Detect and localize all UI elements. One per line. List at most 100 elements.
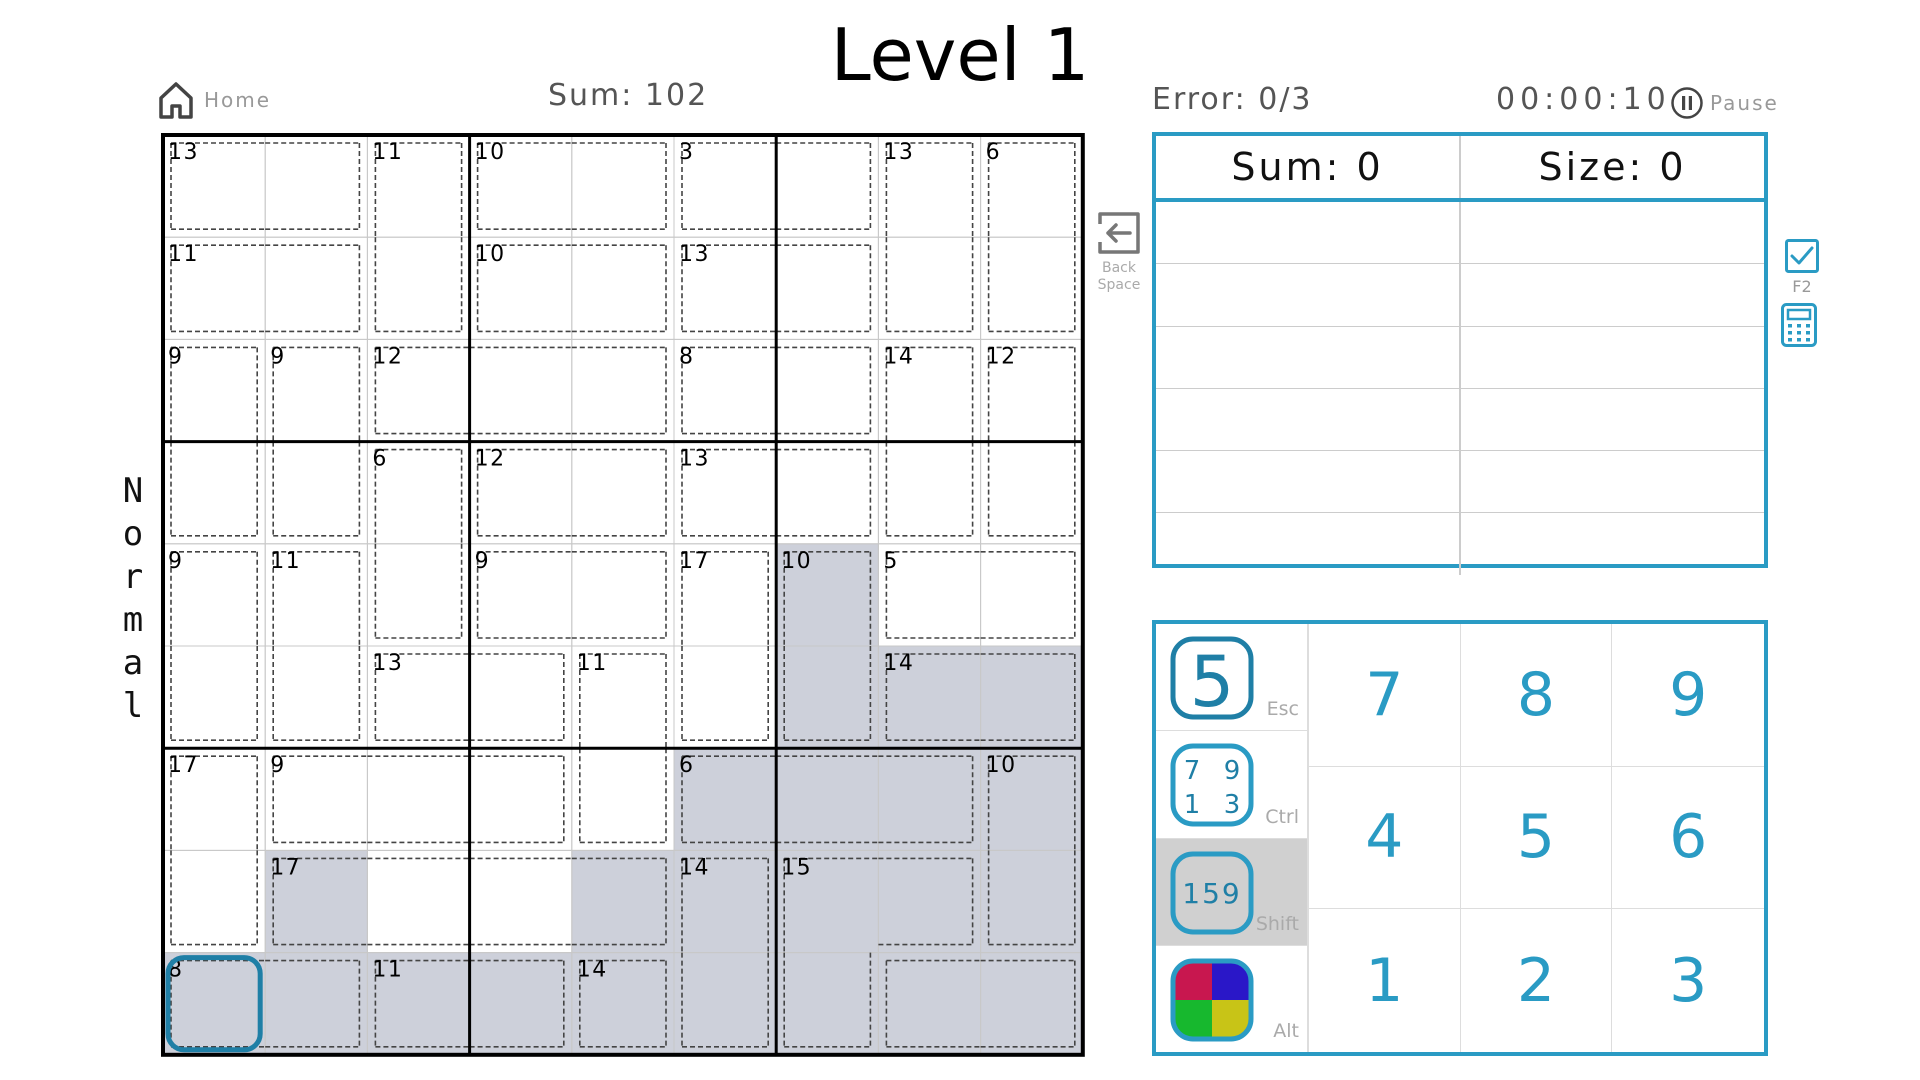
sudoku-cell[interactable] xyxy=(264,441,368,545)
mode-key-label: Shift xyxy=(1255,912,1299,935)
sudoku-cell[interactable] xyxy=(673,645,777,749)
numpad-key-1[interactable]: 1 xyxy=(1309,909,1461,1052)
sudoku-cell[interactable] xyxy=(980,952,1084,1056)
numpad-key-9[interactable]: 9 xyxy=(1612,624,1764,767)
sudoku-cell[interactable] xyxy=(980,441,1084,545)
calculator-cell xyxy=(1156,388,1461,451)
cage-sum: 10 xyxy=(475,242,506,267)
sudoku-cell[interactable] xyxy=(162,645,266,749)
error-counter: Error: 0/3 xyxy=(1152,82,1313,117)
calculator-cell xyxy=(1461,389,1764,450)
sudoku-cell[interactable] xyxy=(571,338,675,443)
cage-sum: 12 xyxy=(475,447,506,472)
cage-sum: 15 xyxy=(781,855,812,880)
sudoku-cell[interactable] xyxy=(571,747,675,851)
check-button[interactable]: F2 xyxy=(1783,238,1821,295)
calculator-cell xyxy=(1156,202,1461,264)
numpad-key-8[interactable]: 8 xyxy=(1460,624,1613,767)
home-label: Home xyxy=(204,88,272,112)
cage-sum: 9 xyxy=(168,344,184,369)
mode-corner-button[interactable]: 7 9 1 3 Ctrl xyxy=(1156,731,1307,839)
sudoku-cell[interactable] xyxy=(775,645,879,749)
sudoku-cell[interactable] xyxy=(980,645,1084,749)
sudoku-cell[interactable] xyxy=(980,236,1084,340)
sudoku-cell[interactable] xyxy=(469,338,573,443)
numpad-key-7[interactable]: 7 xyxy=(1309,624,1461,767)
home-button[interactable]: Home xyxy=(158,78,271,122)
sudoku-cell[interactable] xyxy=(571,236,675,340)
numpad-key-5[interactable]: 5 xyxy=(1460,766,1613,910)
check-shortcut-label: F2 xyxy=(1792,277,1812,296)
backspace-button[interactable]: Back Space xyxy=(1094,210,1144,294)
sudoku-cell[interactable] xyxy=(366,236,471,340)
cage-sum: 11 xyxy=(372,140,403,165)
calculator-row xyxy=(1156,202,1764,265)
number-pad: 5 Esc 7 9 1 3 Ctrl 159 Shift Alt 7 8 9 4… xyxy=(1152,620,1768,1056)
sudoku-cell[interactable] xyxy=(673,952,777,1056)
sudoku-cell[interactable] xyxy=(877,747,982,851)
sudoku-cell[interactable] xyxy=(775,441,879,545)
calculator-cell xyxy=(1156,513,1461,575)
sudoku-cell[interactable] xyxy=(264,134,368,238)
input-mode-label: N o r m a l xyxy=(116,470,150,728)
timer: 00:00:10 xyxy=(1496,82,1671,117)
sudoku-cell[interactable] xyxy=(366,543,471,647)
sudoku-cell[interactable] xyxy=(264,952,368,1056)
big-digit-icon: 5 xyxy=(1170,636,1254,720)
corner-notes-icon: 7 9 1 3 xyxy=(1170,743,1254,827)
cage-sum: 13 xyxy=(883,140,914,165)
total-sum: Sum: 102 xyxy=(548,78,709,113)
sudoku-cell[interactable] xyxy=(571,441,675,545)
sudoku-cell[interactable] xyxy=(877,952,982,1056)
sudoku-cell[interactable] xyxy=(571,849,675,954)
sudoku-cell[interactable] xyxy=(877,441,982,545)
sudoku-cell[interactable] xyxy=(775,236,879,340)
sudoku-cell[interactable] xyxy=(775,747,879,851)
cage-sum: 6 xyxy=(372,447,388,472)
numpad-key-2[interactable]: 2 xyxy=(1461,909,1613,1052)
sudoku-cell[interactable] xyxy=(162,441,266,545)
calculator-button[interactable] xyxy=(1780,302,1820,352)
sudoku-cell[interactable] xyxy=(980,543,1084,647)
backspace-label-line1: Back xyxy=(1102,260,1136,276)
center-notes-icon: 159 xyxy=(1170,851,1254,934)
cage-sum: 17 xyxy=(270,855,301,880)
sudoku-cell[interactable] xyxy=(469,645,573,749)
sudoku-cell[interactable] xyxy=(469,747,573,851)
calculator-combinations xyxy=(1156,202,1764,575)
numpad-key-6[interactable]: 6 xyxy=(1612,767,1764,910)
sudoku-cell[interactable] xyxy=(775,338,879,443)
mode-center-button[interactable]: 159 Shift xyxy=(1156,838,1307,946)
sudoku-cell[interactable] xyxy=(366,747,471,851)
killer-sudoku-board[interactable]: 13 11 10 3 13 6 11 10 13 9 9 12 8 14 12 6 12 13 9 11 9 17 10 5 1… xyxy=(160,132,1086,1058)
cage-sum: 10 xyxy=(475,140,506,165)
sudoku-cell[interactable] xyxy=(264,645,368,749)
corner-digit: 7 xyxy=(1184,756,1201,786)
sudoku-cell[interactable] xyxy=(366,849,471,954)
sudoku-cell[interactable] xyxy=(775,134,879,238)
mode-normal-button[interactable]: 5 Esc xyxy=(1156,624,1307,732)
sudoku-cell[interactable] xyxy=(469,849,573,954)
sudoku-cell[interactable] xyxy=(162,849,266,954)
numpad-key-4[interactable]: 4 xyxy=(1309,766,1461,910)
sudoku-cell[interactable] xyxy=(775,952,879,1056)
corner-digit: 1 xyxy=(1184,790,1201,820)
mode-color-button[interactable]: Alt xyxy=(1156,946,1307,1052)
sudoku-cell[interactable] xyxy=(877,849,982,954)
calculator-header: Sum: 0 Size: 0 xyxy=(1156,136,1764,202)
sudoku-cell[interactable] xyxy=(571,134,675,238)
sudoku-cell[interactable] xyxy=(571,543,675,647)
numpad-key-3[interactable]: 3 xyxy=(1612,909,1764,1052)
sudoku-cell[interactable] xyxy=(264,236,368,340)
cage-sum: 10 xyxy=(781,549,812,574)
cage-sum: 14 xyxy=(883,651,914,676)
cage-sum: 9 xyxy=(168,549,184,574)
cage-sum: 8 xyxy=(679,344,695,369)
sudoku-cell[interactable] xyxy=(469,952,573,1056)
cage-sum: 10 xyxy=(986,753,1017,778)
calculator-row xyxy=(1156,388,1764,452)
sudoku-cell[interactable] xyxy=(980,849,1084,954)
sudoku-cell[interactable] xyxy=(877,236,982,340)
cage-sum: 11 xyxy=(168,242,199,267)
pause-button[interactable]: Pause xyxy=(1670,86,1779,120)
